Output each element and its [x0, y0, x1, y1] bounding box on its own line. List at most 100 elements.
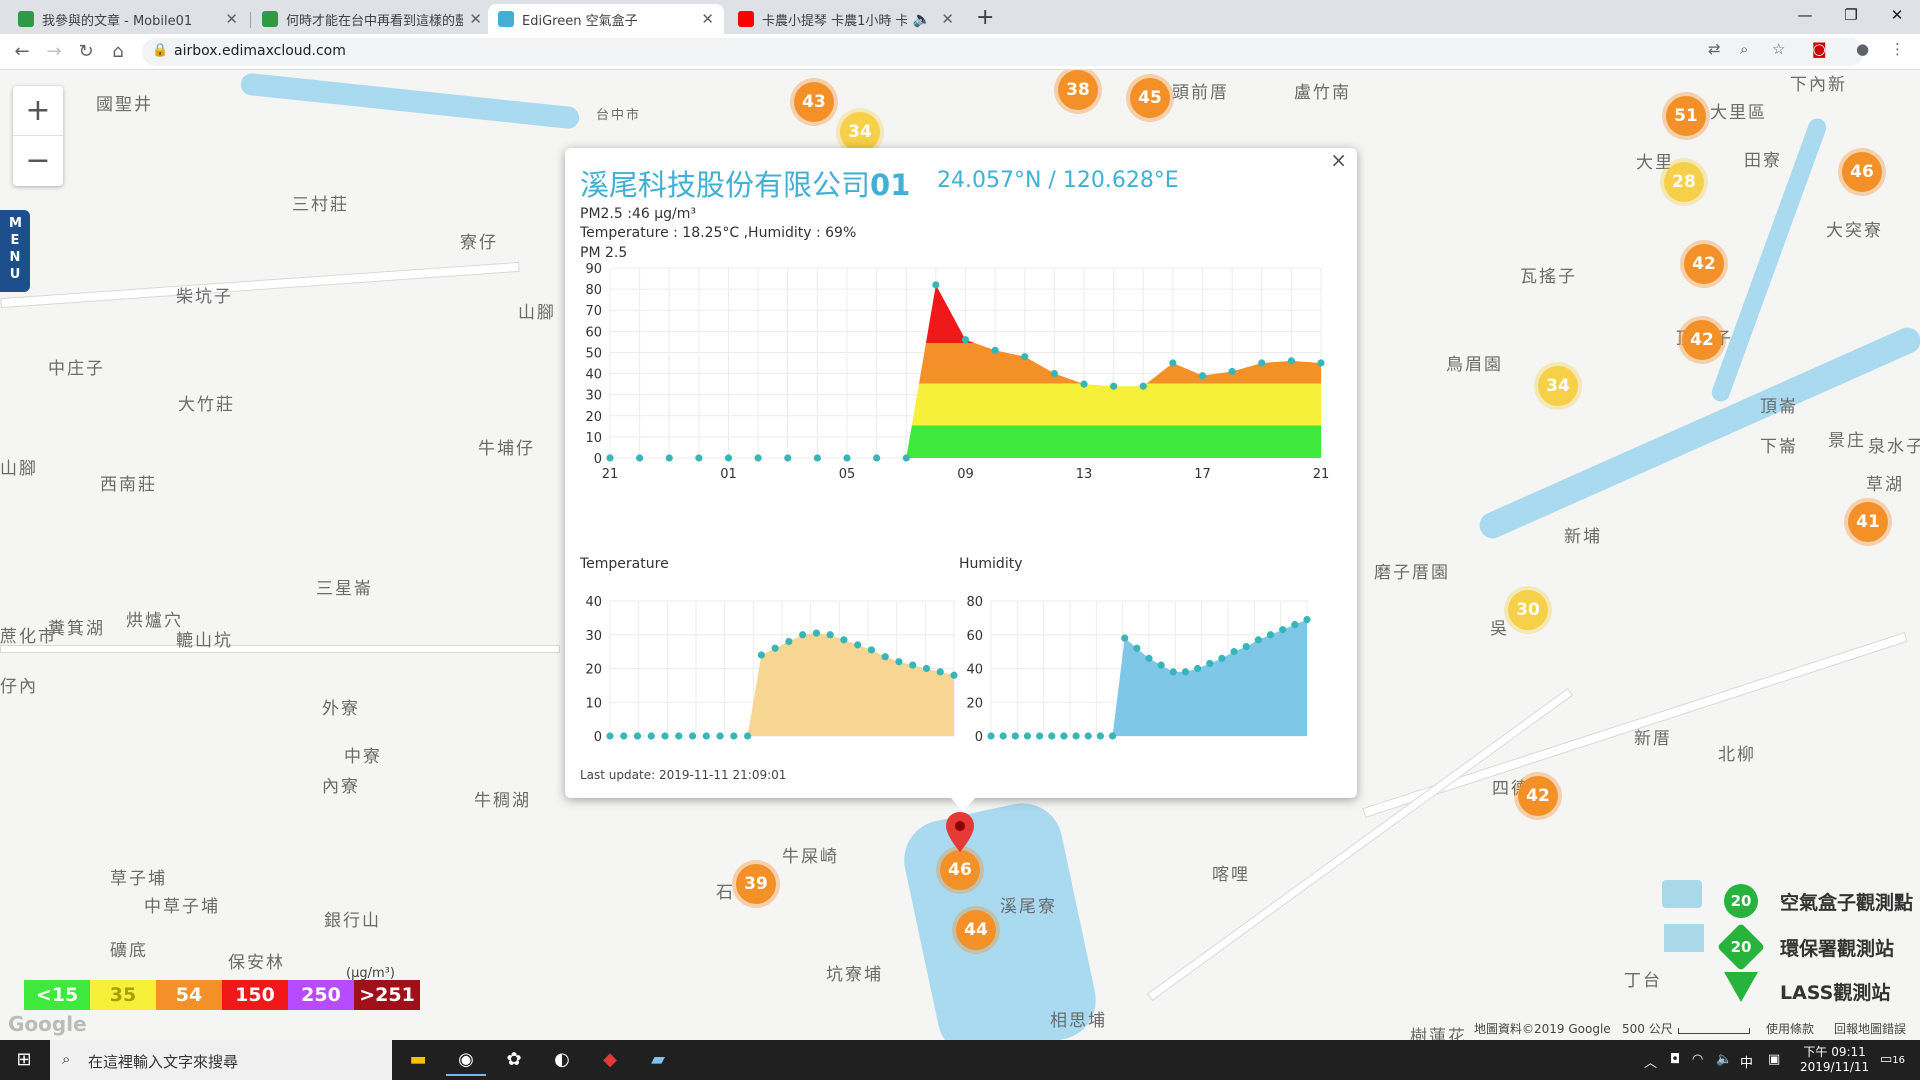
- y-tick-label: 20: [966, 696, 983, 711]
- file-explorer-icon[interactable]: ▬: [398, 1044, 438, 1076]
- legend-epa-label[interactable]: 環保署觀測站: [1780, 934, 1894, 961]
- close-window-button[interactable]: ✕: [1874, 2, 1920, 28]
- x-tick-label: 09: [957, 467, 974, 482]
- close-tab-icon[interactable]: ✕: [701, 10, 714, 28]
- airbox-cluster-marker[interactable]: 42: [1518, 776, 1558, 816]
- legend-item-good: <15: [24, 980, 90, 1010]
- airbox-cluster-marker[interactable]: 51: [1666, 96, 1706, 136]
- close-icon[interactable]: ×: [1330, 148, 1347, 172]
- data-point: [1011, 732, 1019, 740]
- map-label: 牛屎崎: [782, 847, 839, 867]
- profile-icon[interactable]: ●: [1856, 40, 1869, 58]
- airbox-badge-icon[interactable]: 20: [1724, 884, 1758, 918]
- airbox-cluster-marker[interactable]: 42: [1682, 320, 1722, 360]
- lass-badge-icon[interactable]: [1724, 972, 1758, 1002]
- side-menu-button[interactable]: MENU: [0, 210, 30, 292]
- y-tick-label: 0: [975, 730, 983, 745]
- forward-icon[interactable]: →: [40, 38, 68, 66]
- legend-airbox-label[interactable]: 空氣盒子觀測點: [1780, 888, 1913, 915]
- browser-toolbar: ← → ↻ ⌂ 🔒 airbox.edimaxcloud.com ⇄ ⌕ ☆ ◙…: [0, 34, 1920, 70]
- data-point: [1060, 732, 1068, 740]
- legend-item-very-unhealthy: 250: [288, 980, 354, 1010]
- close-tab-icon[interactable]: ✕: [941, 10, 954, 28]
- security-icon[interactable]: ◘: [1670, 1052, 1680, 1067]
- data-point: [902, 454, 910, 462]
- airbox-cluster-marker[interactable]: 42: [1684, 244, 1724, 284]
- notification-center-icon[interactable]: ▭16: [1880, 1052, 1905, 1067]
- close-tab-icon[interactable]: ✕: [225, 10, 238, 28]
- selected-airbox-marker[interactable]: 46: [940, 850, 980, 890]
- terms-link[interactable]: 使用條款: [1766, 1020, 1814, 1037]
- bookmark-star-icon[interactable]: ☆: [1772, 40, 1785, 58]
- url-text[interactable]: airbox.edimaxcloud.com: [174, 43, 346, 59]
- zoom-icon[interactable]: ⌕: [1740, 40, 1748, 58]
- address-bar[interactable]: 🔒 airbox.edimaxcloud.com: [142, 38, 1864, 66]
- input-language[interactable]: 中: [1740, 1052, 1753, 1071]
- airbox-cluster-marker[interactable]: 38: [1058, 70, 1098, 110]
- zoom-control: + −: [13, 86, 63, 186]
- app-icon[interactable]: ✿: [494, 1044, 534, 1076]
- airbox-cluster-marker[interactable]: 41: [1848, 502, 1888, 542]
- tab-youtube[interactable]: 卡農小提琴 卡農1小時 卡農C 🔈 ✕: [728, 4, 964, 34]
- map-label: 北柳: [1718, 745, 1756, 765]
- airbox-cluster-marker[interactable]: 34: [1538, 366, 1578, 406]
- tab-edigreen[interactable]: EdiGreen 空氣盒子 ✕: [488, 4, 724, 34]
- airbox-cluster-marker[interactable]: 28: [1664, 162, 1704, 202]
- map-label: 中草子埔: [144, 897, 220, 917]
- clock[interactable]: 下午 09:11 2019/11/11: [1800, 1043, 1869, 1074]
- ime-icon[interactable]: ▣: [1768, 1052, 1780, 1067]
- airbox-cluster-marker[interactable]: 45: [1130, 78, 1170, 118]
- zoom-out-button[interactable]: −: [13, 136, 63, 186]
- home-icon[interactable]: ⌂: [104, 38, 132, 66]
- station-title: 溪尾科技股份有限公司: [580, 168, 871, 202]
- report-map-error-link[interactable]: 回報地圖錯誤: [1834, 1020, 1906, 1037]
- translate-icon[interactable]: ⇄: [1708, 40, 1721, 58]
- legend-item-sensitive: 54: [156, 980, 222, 1010]
- map-label: 鳥眉園: [1446, 355, 1503, 375]
- data-point: [665, 454, 673, 462]
- back-icon[interactable]: ←: [8, 38, 36, 66]
- extension-icon[interactable]: ◙: [1812, 40, 1827, 58]
- data-point: [813, 454, 821, 462]
- airbox-cluster-marker[interactable]: 39: [736, 864, 776, 904]
- windows-start-icon[interactable]: ⊞: [4, 1044, 44, 1076]
- legend-lass-label[interactable]: LASS觀測站: [1780, 978, 1890, 1005]
- airbox-cluster-marker[interactable]: 44: [956, 910, 996, 950]
- app-icon[interactable]: ◐: [542, 1044, 582, 1076]
- minimize-button[interactable]: —: [1782, 2, 1828, 28]
- map-label: 盧竹南: [1294, 83, 1351, 103]
- app-icon[interactable]: ◆: [590, 1044, 630, 1076]
- close-tab-icon[interactable]: ✕: [469, 10, 482, 28]
- map-label: 喀哩: [1212, 865, 1250, 885]
- maximize-button[interactable]: ❐: [1828, 2, 1874, 28]
- y-tick-label: 60: [966, 629, 983, 644]
- reload-icon[interactable]: ↻: [72, 38, 100, 66]
- airbox-cluster-marker[interactable]: 46: [1842, 152, 1882, 192]
- volume-icon[interactable]: 🔈: [1716, 1052, 1732, 1067]
- epa-badge-icon[interactable]: 20: [1716, 922, 1766, 972]
- airbox-cluster-marker[interactable]: 30: [1508, 590, 1548, 630]
- speaker-icon[interactable]: 🔈: [913, 10, 932, 28]
- airbox-cluster-marker[interactable]: 34: [840, 112, 880, 152]
- data-point: [1133, 644, 1141, 652]
- tray-overflow-icon[interactable]: ︿: [1644, 1052, 1657, 1071]
- map-label: 山腳: [0, 459, 38, 479]
- taskbar-search-box[interactable]: ⌕ 在這裡輸入文字來搜尋: [50, 1040, 392, 1080]
- zoom-in-button[interactable]: +: [13, 86, 63, 136]
- map-label: 三星崙: [316, 579, 373, 599]
- tab-mobile01[interactable]: 我參與的文章 - Mobile01 ✕: [8, 4, 248, 34]
- data-point: [1036, 732, 1044, 740]
- new-tab-button[interactable]: +: [976, 5, 994, 30]
- more-menu-icon[interactable]: ⋮: [1890, 40, 1905, 58]
- map-label: 丁台: [1624, 971, 1662, 991]
- data-point: [1050, 369, 1058, 378]
- tab-mobile01-blue-sky[interactable]: 何時才能在台中再看到這樣的藍天 ✕: [252, 4, 492, 34]
- map-label: 外寮: [322, 699, 360, 719]
- wifi-icon[interactable]: ◠: [1692, 1052, 1703, 1067]
- app-icon[interactable]: ▰: [638, 1044, 678, 1076]
- chrome-icon[interactable]: ◉: [446, 1044, 486, 1076]
- data-point: [1072, 732, 1080, 740]
- map-label: 烘爐穴: [126, 611, 183, 631]
- data-point: [1303, 615, 1311, 624]
- airbox-cluster-marker[interactable]: 43: [794, 82, 834, 122]
